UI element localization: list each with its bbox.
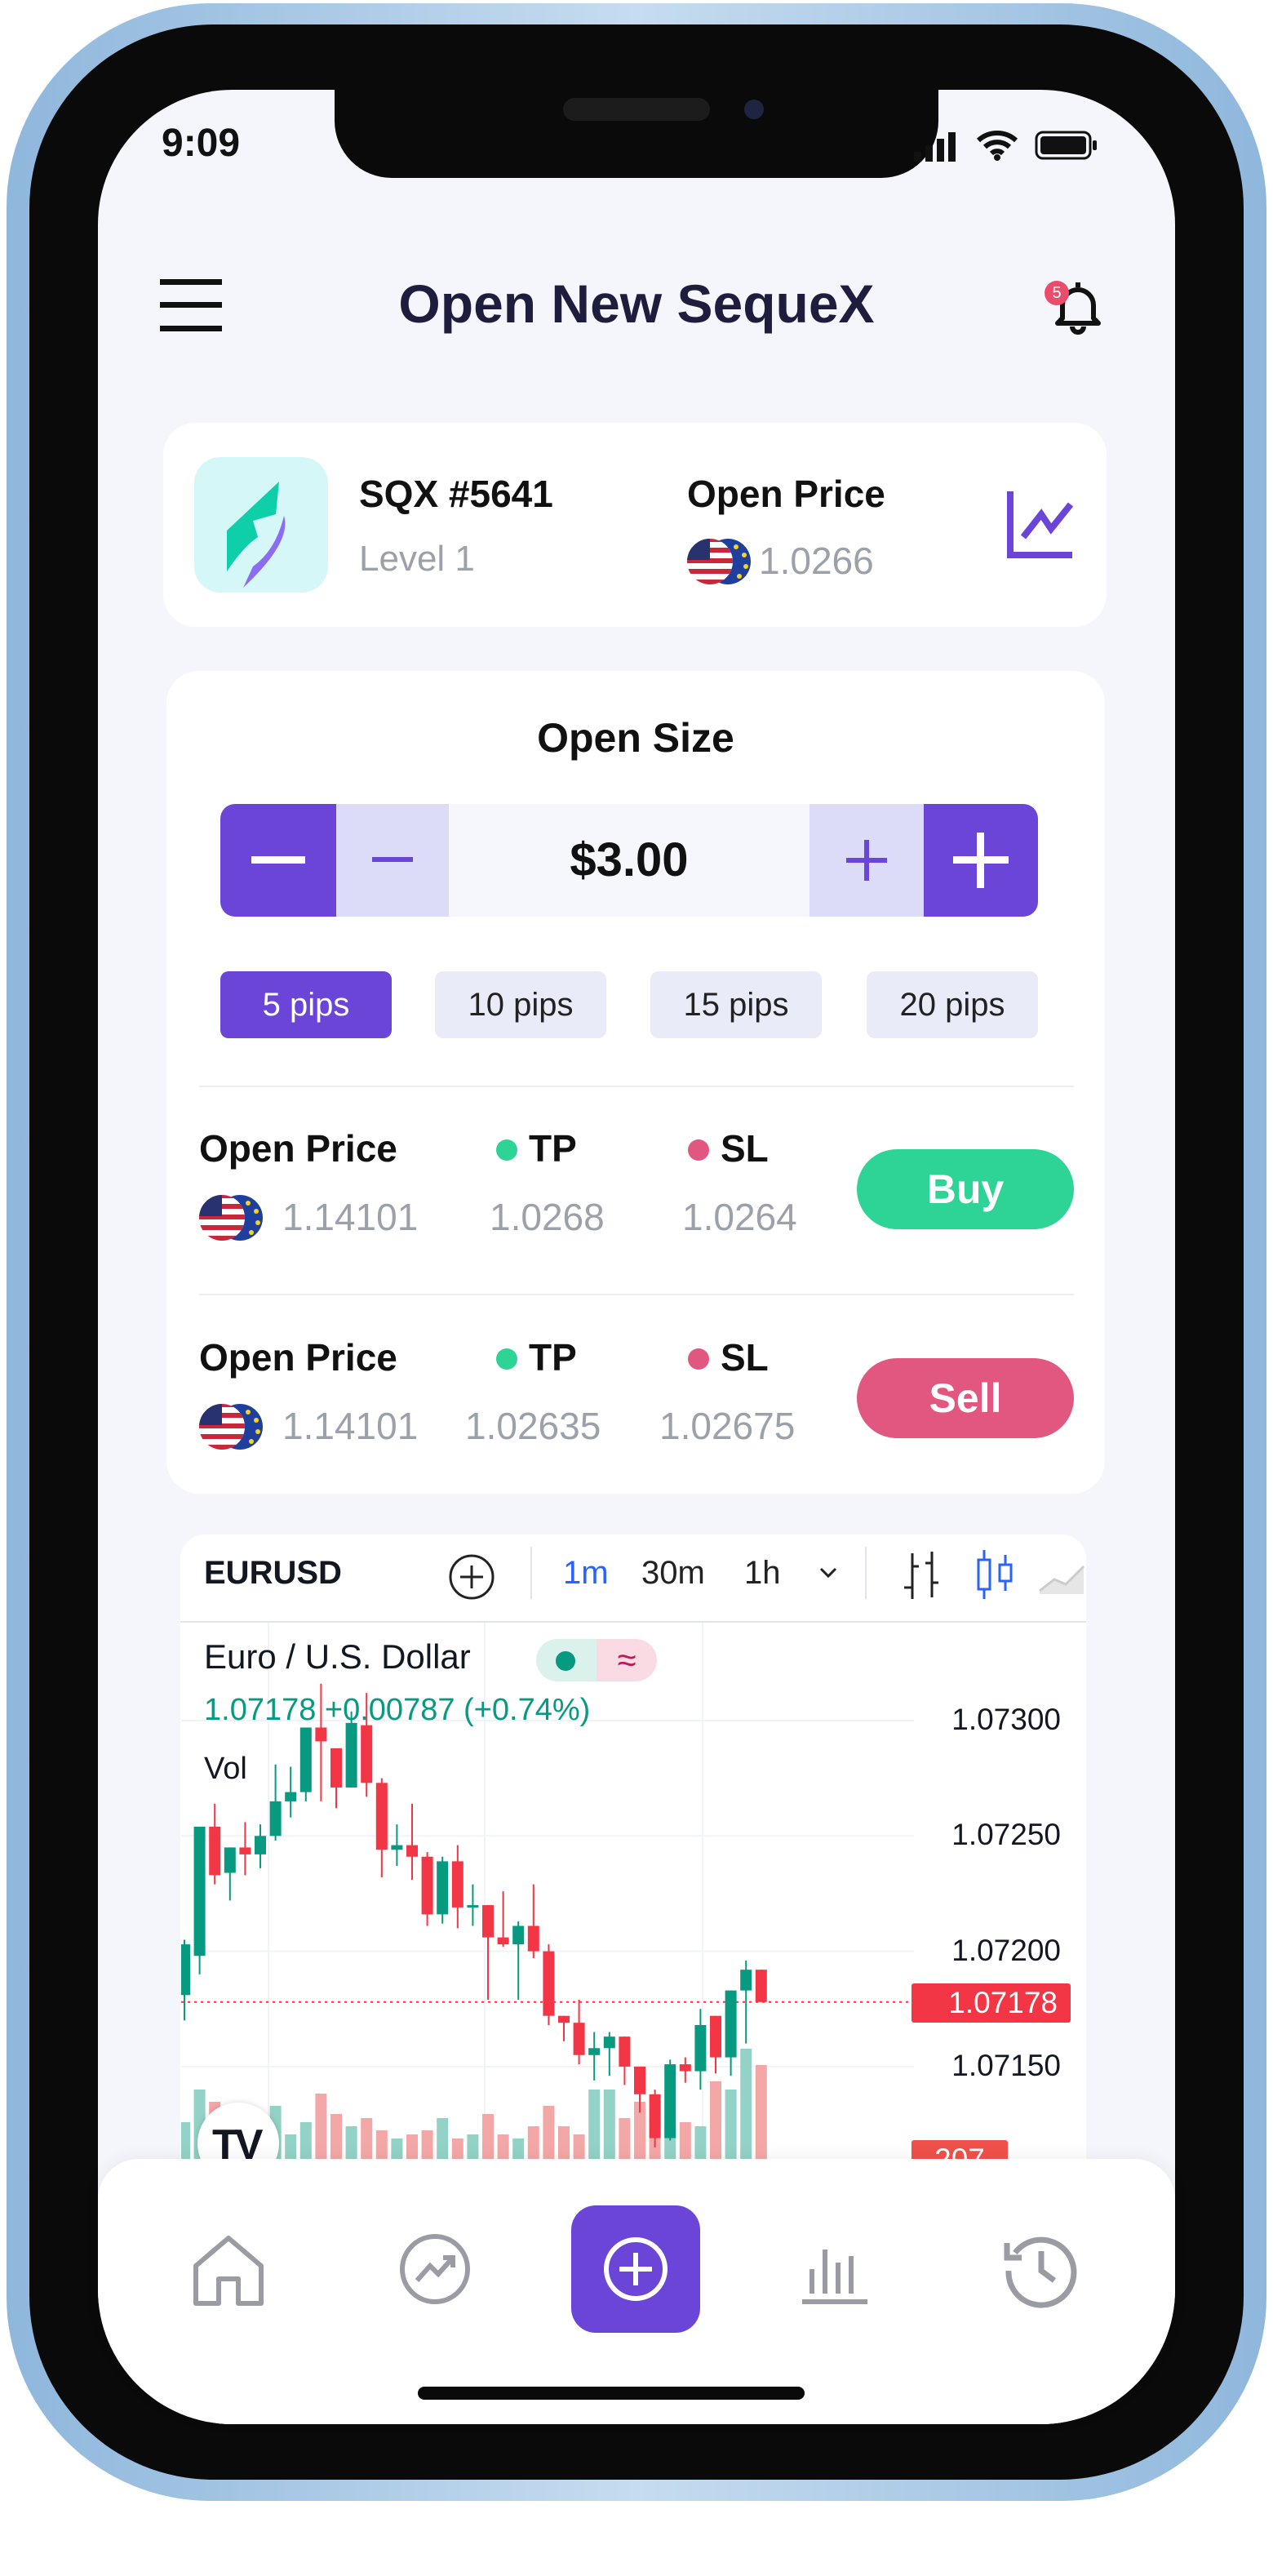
candle-body bbox=[181, 1944, 190, 1996]
chart-price-summary: 1.07178 +0.00787 (+0.74%) bbox=[204, 1693, 591, 1727]
chart-title: Euro / U.S. Dollar bbox=[204, 1637, 471, 1676]
volume-bar bbox=[299, 2122, 312, 2161]
candle-body bbox=[421, 1856, 433, 1915]
volume-bar bbox=[588, 2090, 601, 2161]
candle-body bbox=[710, 2015, 721, 2058]
volume-bar bbox=[361, 2118, 373, 2161]
candle-body bbox=[451, 1861, 464, 1908]
candle-body bbox=[482, 1905, 494, 1938]
candle-body bbox=[224, 1847, 236, 1873]
volume-bar bbox=[181, 2122, 190, 2161]
nav-stats[interactable] bbox=[794, 2228, 876, 2310]
candle-body bbox=[512, 1925, 525, 1945]
volume-bar bbox=[437, 2118, 449, 2161]
approx-icon: ≈ bbox=[597, 1639, 657, 1681]
candle-body bbox=[725, 1990, 737, 2058]
volume-bar bbox=[603, 2090, 615, 2161]
candle-body bbox=[588, 2048, 601, 2055]
volume-bar bbox=[315, 2094, 327, 2161]
candle-body bbox=[437, 1861, 449, 1915]
candle-body bbox=[345, 1722, 357, 1788]
volume-bar bbox=[482, 2114, 494, 2161]
candle-body bbox=[315, 1727, 327, 1742]
candle-body bbox=[391, 1845, 403, 1850]
volume-bar bbox=[619, 2118, 631, 2161]
candle-body bbox=[497, 1937, 509, 1945]
candle-body bbox=[269, 1801, 282, 1837]
candle-body bbox=[573, 2023, 585, 2055]
volume-bar bbox=[558, 2126, 570, 2161]
candle-body bbox=[755, 1970, 767, 2002]
volume-label: Vol bbox=[204, 1752, 247, 1786]
y-tick-label: 1.07150 bbox=[951, 2048, 1061, 2082]
candle-body bbox=[330, 1748, 342, 1788]
candle-body bbox=[285, 1792, 297, 1801]
candle-body bbox=[740, 1970, 752, 1991]
candle-body bbox=[255, 1836, 266, 1854]
candle-body bbox=[193, 1826, 206, 1956]
candle-body bbox=[361, 1725, 373, 1783]
volume-bar bbox=[694, 2126, 707, 2161]
volume-bar bbox=[679, 2122, 691, 2161]
volume-bar bbox=[421, 2130, 433, 2161]
volume-bar bbox=[710, 2081, 721, 2161]
candle-body bbox=[467, 1905, 479, 1908]
volume-bar bbox=[755, 2065, 767, 2161]
candle-body bbox=[299, 1727, 312, 1792]
candlestick-chart[interactable] bbox=[0, 0, 1273, 2204]
volume-bar bbox=[330, 2114, 342, 2161]
nav-history[interactable] bbox=[1000, 2228, 1082, 2310]
market-open-dot bbox=[556, 1651, 575, 1671]
candle-body bbox=[406, 1845, 418, 1857]
candle-body bbox=[664, 2064, 676, 2139]
candle-body bbox=[679, 2064, 691, 2072]
nav-trends[interactable] bbox=[394, 2228, 476, 2310]
volume-bar bbox=[345, 2126, 357, 2161]
candle-body bbox=[649, 2094, 661, 2139]
nav-open-new-button[interactable] bbox=[571, 2205, 700, 2333]
candle-body bbox=[239, 1847, 251, 1854]
y-tick-label: 1.07200 bbox=[951, 1933, 1061, 1967]
candle-body bbox=[694, 2025, 707, 2072]
volume-bar bbox=[527, 2126, 539, 2161]
market-status-pill[interactable]: ≈ bbox=[536, 1639, 657, 1681]
plus-circle-icon bbox=[604, 2237, 668, 2301]
volume-bar bbox=[543, 2106, 555, 2161]
nav-home[interactable] bbox=[188, 2228, 269, 2310]
y-tick-label: 1.07300 bbox=[951, 1703, 1061, 1736]
candle-body bbox=[543, 1951, 555, 2016]
home-indicator bbox=[418, 2387, 805, 2400]
volume-bar bbox=[725, 2090, 737, 2161]
candle-body bbox=[634, 2066, 645, 2094]
y-tick-label: 1.07250 bbox=[951, 1818, 1061, 1852]
status-open bbox=[536, 1639, 597, 1681]
candle-body bbox=[603, 2036, 615, 2049]
candle-body bbox=[375, 1783, 388, 1850]
volume-bar bbox=[740, 2049, 752, 2161]
candle-body bbox=[619, 2036, 631, 2067]
volume-bar bbox=[375, 2130, 388, 2161]
candle-body bbox=[558, 2015, 570, 2023]
last-price-tag: 1.07178 bbox=[912, 1983, 1071, 2023]
candle-body bbox=[209, 1826, 221, 1876]
candle-body bbox=[527, 1925, 539, 1952]
